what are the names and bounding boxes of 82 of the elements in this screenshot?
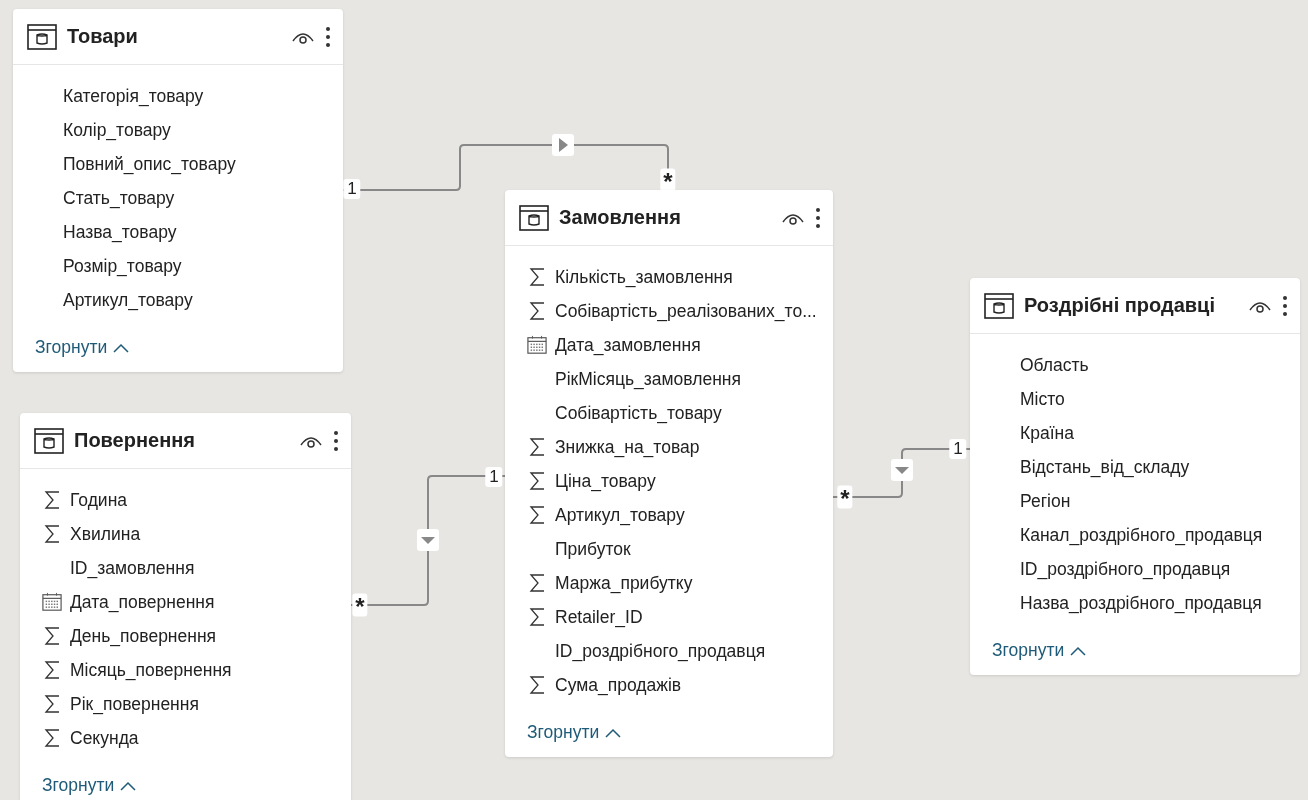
more-options-icon[interactable]	[325, 25, 331, 48]
sigma-icon	[44, 728, 60, 748]
table-title: Замовлення	[559, 206, 682, 229]
chevron-up-icon	[120, 780, 137, 791]
field-name[interactable]: Дата_повернення	[70, 591, 215, 613]
table-icon	[984, 292, 1014, 319]
cardinality-label: *	[660, 168, 676, 192]
field-name[interactable]: Місто	[1020, 388, 1065, 410]
field-name[interactable]: ID_замовлення	[70, 557, 195, 579]
field-name[interactable]: Стать_товару	[63, 187, 175, 209]
field-name[interactable]: Маржа_прибутку	[555, 572, 693, 594]
field-name[interactable]: Година	[70, 489, 128, 511]
sigma-icon	[529, 471, 545, 491]
field-name[interactable]: Категорія_товару	[63, 85, 204, 107]
field-name[interactable]: Дата_замовлення	[555, 334, 701, 356]
field-name[interactable]: Регіон	[1020, 490, 1071, 512]
sigma-icon	[44, 660, 60, 680]
calendar-icon	[527, 335, 547, 355]
table-card[interactable]	[505, 190, 833, 757]
field-name[interactable]: Колір_товару	[63, 119, 171, 141]
table-icon	[519, 204, 549, 231]
sigma-icon	[529, 267, 545, 287]
table-title: Товари	[67, 25, 139, 48]
sigma-icon	[529, 675, 545, 695]
sigma-icon	[44, 490, 60, 510]
sigma-icon	[44, 694, 60, 714]
field-name[interactable]: Артикул_товару	[555, 504, 685, 526]
field-name[interactable]: Секунда	[70, 727, 139, 749]
field-name[interactable]: РікМісяць_замовлення	[555, 368, 741, 390]
table-title: Роздрібні продавці	[1024, 294, 1216, 317]
field-name[interactable]: Собівартість_товару	[555, 402, 722, 424]
sigma-icon	[529, 505, 545, 525]
collapse-link[interactable]: Згорнути	[527, 722, 622, 743]
field-name[interactable]: Ціна_товару	[555, 470, 656, 492]
collapse-link[interactable]: Згорнути	[992, 640, 1087, 661]
calendar-icon	[42, 592, 62, 612]
field-name[interactable]: Знижка_на_товар	[555, 436, 700, 458]
field-name[interactable]: День_повернення	[70, 625, 217, 647]
field-name[interactable]: Рік_повернення	[70, 693, 199, 715]
sigma-icon	[529, 573, 545, 593]
table-card[interactable]: Товари Категорія_товару Колір_товару Повний_опис_товару Стать_товару Назва_товару Розмір_товару Артикул_товару Згорнути	[13, 9, 343, 372]
collapse-link[interactable]: Згорнути	[35, 337, 130, 358]
field-name[interactable]: Собівартість_реалізованих_то...	[555, 300, 817, 322]
table-icon	[34, 427, 64, 454]
field-name[interactable]: Хвилина	[70, 523, 141, 545]
table-icon	[27, 23, 57, 50]
field-name[interactable]: Повний_опис_товару	[63, 153, 236, 175]
sigma-icon	[529, 607, 545, 627]
field-name[interactable]: Канал_роздрібного_продавця	[1020, 524, 1263, 546]
sigma-icon	[529, 437, 545, 457]
field-name[interactable]: Кількість_замовлення	[555, 266, 733, 288]
field-name[interactable]: Розмір_товару	[63, 255, 182, 277]
more-options-icon[interactable]	[1282, 294, 1288, 317]
field-name[interactable]: Артикул_товару	[63, 289, 193, 311]
more-options-icon[interactable]	[333, 429, 339, 452]
sigma-icon	[44, 524, 60, 544]
field-name[interactable]: Країна	[1020, 422, 1074, 444]
table-title: Повернення	[74, 429, 196, 452]
field-name[interactable]: ID_роздрібного_продавця	[555, 640, 766, 662]
cardinality-label: *	[352, 593, 368, 617]
field-name[interactable]: Місяць_повернення	[70, 659, 232, 681]
field-name[interactable]: Сума_продажів	[555, 674, 682, 696]
cardinality-label: 1	[343, 179, 361, 199]
chevron-up-icon	[113, 342, 130, 353]
cardinality-label: *	[837, 485, 853, 509]
field-name[interactable]: Retailer_ID	[555, 606, 643, 628]
collapse-link[interactable]: Згорнути	[42, 775, 137, 796]
table-card[interactable]: Роздрібні продавці Область Місто Країна Відстань_від_складу Регіон Канал_роздрібного_продавця ID_роздрібного_продавця Назва_роздрібного_продавця Згорнути	[970, 278, 1300, 675]
chevron-up-icon	[1070, 645, 1087, 656]
sigma-icon	[44, 626, 60, 646]
field-name[interactable]: Назва_товару	[63, 221, 177, 243]
cardinality-label: 1	[485, 467, 503, 487]
cardinality-label: 1	[949, 439, 967, 459]
field-name[interactable]: Область	[1020, 354, 1089, 376]
table-card[interactable]: Повернення Година Хвилина ID_замовлення Дата_повернення День_повернення Місяць_повернення Рік_повернення Секунда Згорнути	[20, 413, 351, 800]
field-name[interactable]: Назва_роздрібного_продавця	[1020, 592, 1262, 614]
field-name[interactable]: ID_роздрібного_продавця	[1020, 558, 1231, 580]
field-name[interactable]: Відстань_від_складу	[1020, 456, 1190, 478]
chevron-up-icon	[605, 727, 622, 738]
more-options-icon[interactable]	[815, 206, 821, 229]
sigma-icon	[529, 301, 545, 321]
field-name[interactable]: Прибуток	[555, 538, 631, 560]
